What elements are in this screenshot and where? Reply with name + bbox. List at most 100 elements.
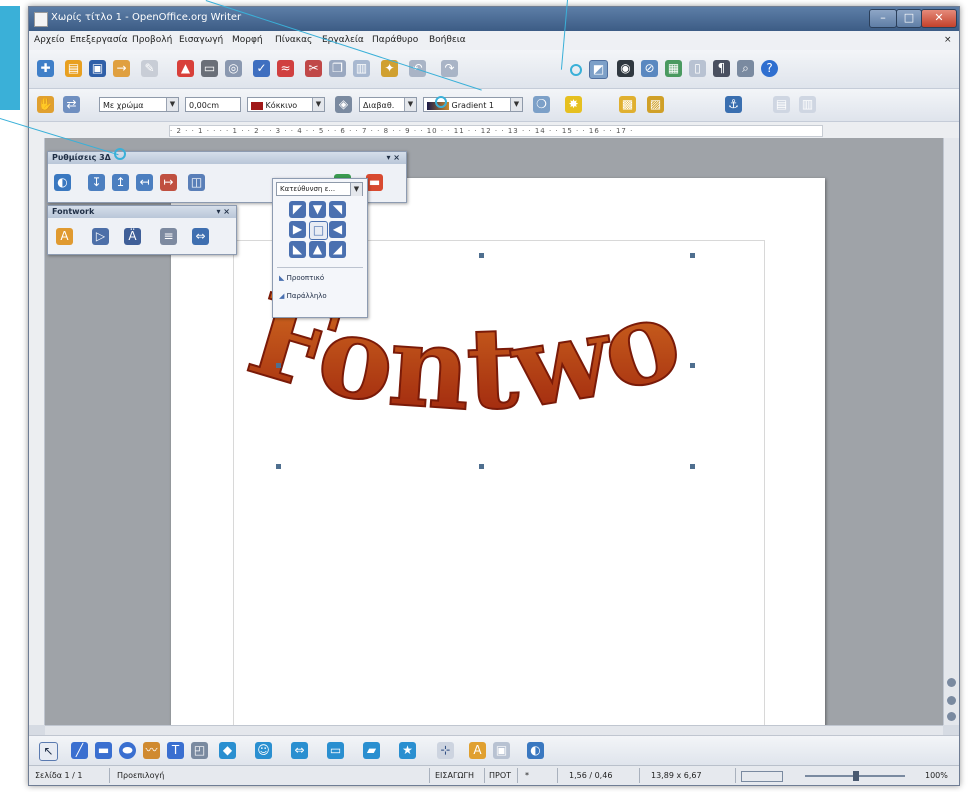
menu-help[interactable]: Βοήθεια xyxy=(429,35,466,45)
fontwork-gallery-bottom-icon[interactable]: A xyxy=(469,742,486,759)
copy-icon[interactable]: ❐ xyxy=(329,60,346,77)
maximize-button[interactable]: □ xyxy=(896,9,922,28)
rectangle-tool-icon[interactable]: ▬ xyxy=(95,742,112,759)
resize-handle[interactable] xyxy=(690,363,695,368)
edit-file-icon[interactable]: ✎ xyxy=(141,60,158,77)
direction-center-icon[interactable]: □ xyxy=(309,221,328,240)
new-document-icon[interactable]: ✚ xyxy=(37,60,54,77)
panel-controls[interactable]: ▾ × xyxy=(386,152,400,164)
from-file-icon[interactable]: ▣ xyxy=(493,742,510,759)
wrap-icon[interactable]: ▥ xyxy=(799,96,816,113)
menu-format[interactable]: Μορφή xyxy=(232,35,263,45)
gallery-icon[interactable]: ▦ xyxy=(665,60,682,77)
text-tool-icon[interactable]: T xyxy=(167,742,184,759)
vertical-ruler[interactable] xyxy=(29,138,45,725)
align-icon[interactable]: ▤ xyxy=(773,96,790,113)
resize-handle[interactable] xyxy=(479,253,484,258)
horizontal-ruler[interactable]: · 2 · · 1 · · · · 1 · · 2 · · 3 · · 4 · … xyxy=(29,122,959,139)
shadow-icon[interactable]: ❍ xyxy=(533,96,550,113)
basic-shapes-icon[interactable]: ◆ xyxy=(219,742,236,759)
menu-insert[interactable]: Εισαγωγή xyxy=(179,35,223,45)
resize-handle[interactable] xyxy=(690,464,695,469)
resize-handle[interactable] xyxy=(479,464,484,469)
direction-e-icon[interactable]: ◀ xyxy=(329,221,346,238)
tilt-up-icon[interactable]: ↥ xyxy=(112,174,129,191)
open-icon[interactable]: ▤ xyxy=(65,60,82,77)
save-icon[interactable]: ▣ xyxy=(89,60,106,77)
close-document-icon[interactable]: × xyxy=(944,35,952,45)
ellipse-tool-icon[interactable]: ⬬ xyxy=(119,742,136,759)
view-layout-icon[interactable] xyxy=(741,771,783,782)
menu-edit[interactable]: Επεξεργασία xyxy=(70,35,128,45)
menu-view[interactable]: Προβολή xyxy=(132,35,172,45)
tilt-right-icon[interactable]: ↦ xyxy=(160,174,177,191)
fontwork-same-height-icon[interactable]: Ä xyxy=(124,228,141,245)
direction-sw-icon[interactable]: ◣ xyxy=(289,241,306,258)
fontwork-gallery-icon[interactable]: A xyxy=(56,228,73,245)
autospell-icon[interactable]: ≈ xyxy=(277,60,294,77)
paste-icon[interactable]: ▥ xyxy=(353,60,370,77)
extrusion-direction-popup[interactable]: Κατεύθυνση ε... ▼ ◤ ▼ ◥ ▶ □ ◀ ◣ ▲ ◢ ◣ Προ… xyxy=(272,178,368,318)
fill-type-select[interactable]: Διαβαθ. ▼ xyxy=(359,97,417,112)
send-back-icon[interactable]: ▨ xyxy=(647,96,664,113)
export-icon[interactable]: → xyxy=(113,60,130,77)
bring-front-icon[interactable]: ✸ xyxy=(565,96,582,113)
flowchart-icon[interactable]: ▭ xyxy=(327,742,344,759)
direction-ne-icon[interactable]: ◥ xyxy=(329,201,346,218)
freeform-tool-icon[interactable]: 〰 xyxy=(143,742,160,759)
fontwork-toolbar[interactable]: Fontwork ▾ × A ▷ Ä ≡ ⇔ xyxy=(47,205,237,255)
navigator-icon[interactable]: ⊘ xyxy=(641,60,658,77)
callout-tool-icon[interactable]: ◰ xyxy=(191,742,208,759)
direction-se-icon[interactable]: ◢ xyxy=(329,241,346,258)
menu-file[interactable]: Αρχείο xyxy=(34,35,65,45)
line-color-select[interactable]: Κόκκινο ▼ xyxy=(247,97,325,112)
line-icon[interactable]: ⇄ xyxy=(63,96,80,113)
export-pdf-icon[interactable]: ▲ xyxy=(177,60,194,77)
help-icon[interactable]: ? xyxy=(761,60,778,77)
line-style-select[interactable]: Με χρώμα ▼ xyxy=(99,97,179,112)
zoom-slider-thumb[interactable] xyxy=(853,771,859,781)
menu-table[interactable]: Πίνακας xyxy=(275,35,312,45)
resize-handle[interactable] xyxy=(276,464,281,469)
direction-n-icon[interactable]: ▼ xyxy=(309,201,326,218)
depth-icon[interactable]: ◫ xyxy=(188,174,205,191)
formatting-marks-icon[interactable]: ¶ xyxy=(713,60,730,77)
menu-window[interactable]: Παράθυρο xyxy=(372,35,418,45)
spellcheck-icon[interactable]: ✓ xyxy=(253,60,270,77)
draw-functions-icon[interactable]: ◩ xyxy=(589,60,608,79)
fontwork-spacing-icon[interactable]: ⇔ xyxy=(192,228,209,245)
3d-color-icon[interactable]: ▬ xyxy=(366,174,383,191)
close-button[interactable]: ✕ xyxy=(921,9,957,28)
fontwork-shape-icon[interactable]: ▷ xyxy=(92,228,109,245)
extrusion-toggle-icon[interactable]: ◐ xyxy=(54,174,71,191)
direction-s-icon[interactable]: ▲ xyxy=(309,241,326,258)
parallel-option[interactable]: ◢ Παράλληλο xyxy=(279,292,327,300)
prev-page-icon[interactable] xyxy=(947,678,956,687)
extrusion-onoff-icon[interactable]: ◐ xyxy=(527,742,544,759)
tilt-down-icon[interactable]: ↧ xyxy=(88,174,105,191)
resize-handle[interactable] xyxy=(690,253,695,258)
vertical-scrollbar[interactable] xyxy=(943,138,959,725)
selection-mode[interactable]: ΠΡΟΤ xyxy=(489,771,511,780)
arrange-icon[interactable]: ▩ xyxy=(619,96,636,113)
tilt-left-icon[interactable]: ↤ xyxy=(136,174,153,191)
resize-handle[interactable] xyxy=(276,363,281,368)
cut-icon[interactable]: ✂ xyxy=(305,60,322,77)
next-page-icon[interactable] xyxy=(947,712,956,721)
navigation-icon[interactable] xyxy=(947,696,956,705)
redo-icon[interactable]: ↷ xyxy=(441,60,458,77)
insert-mode[interactable]: ΕΙΣΑΓΩΓΗ xyxy=(435,771,474,780)
direction-w-icon[interactable]: ▶ xyxy=(289,221,306,238)
anchor-icon[interactable]: ⚓ xyxy=(725,96,742,113)
print-preview-icon[interactable]: ◎ xyxy=(225,60,242,77)
symbol-shapes-icon[interactable]: ☺ xyxy=(255,742,272,759)
print-icon[interactable]: ▭ xyxy=(201,60,218,77)
area-style-icon[interactable]: ◈ xyxy=(335,96,352,113)
points-icon[interactable]: ⊹ xyxy=(437,742,454,759)
data-sources-icon[interactable]: ▯ xyxy=(689,60,706,77)
line-width-field[interactable]: 0,00cm xyxy=(185,97,241,112)
direction-nw-icon[interactable]: ◤ xyxy=(289,201,306,218)
perspective-option[interactable]: ◣ Προοπτικό xyxy=(279,274,324,282)
callouts-icon[interactable]: ▰ xyxy=(363,742,380,759)
page-style[interactable]: Προεπιλογή xyxy=(117,771,164,780)
